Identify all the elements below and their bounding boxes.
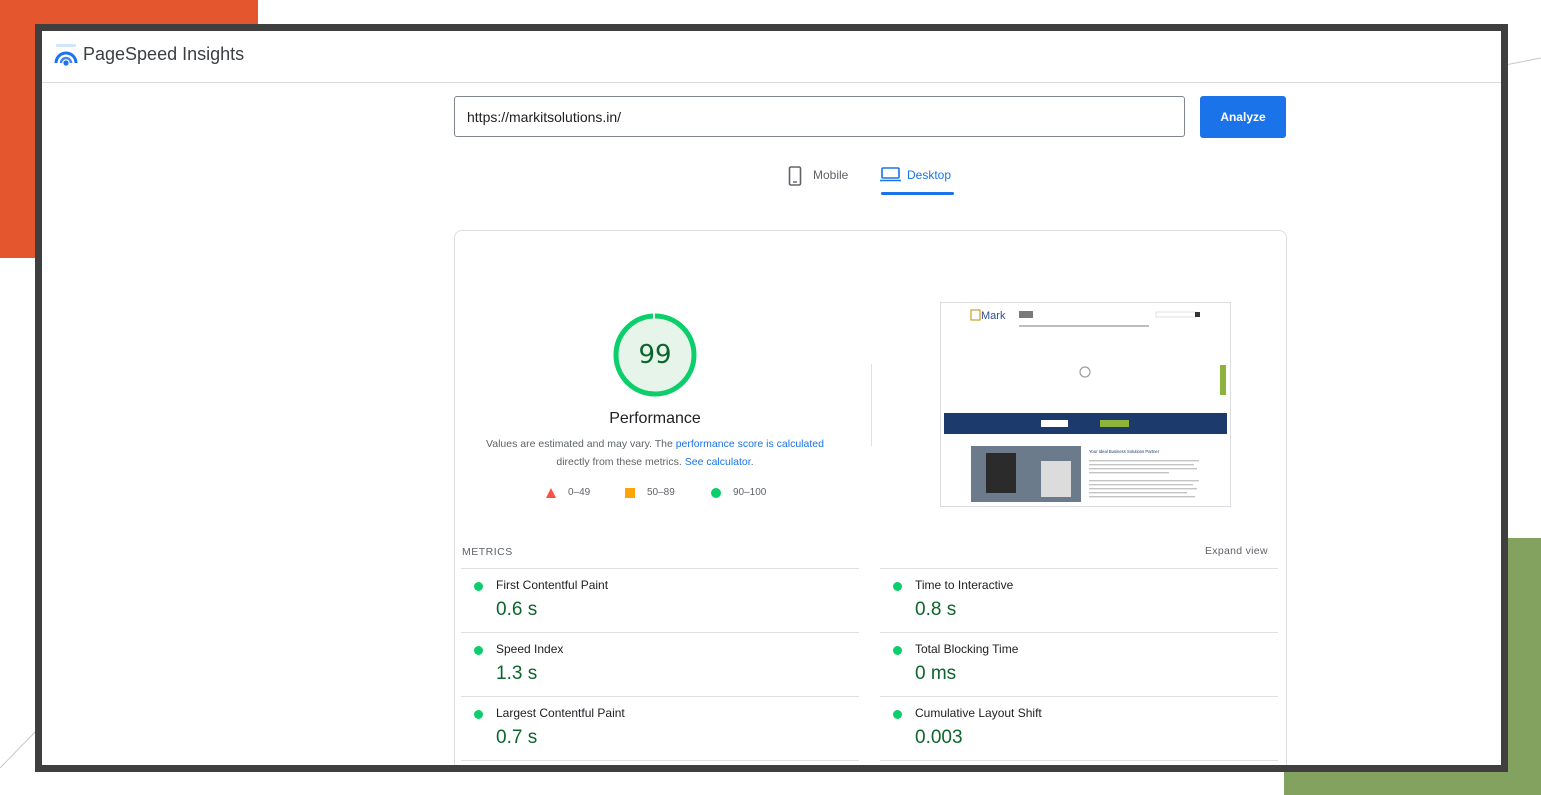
metric-total-blocking-time: Total Blocking Time 0 ms [880, 632, 1278, 696]
score-calculated-link[interactable]: performance score is calculated [676, 438, 824, 450]
pass-dot-icon [474, 582, 483, 591]
screen-frame: PageSpeed Insights Analyze Mobile Deskto… [35, 24, 1508, 772]
metric-cumulative-layout-shift: Cumulative Layout Shift 0.003 [880, 696, 1278, 760]
metric-value: 0.6 s [496, 599, 538, 620]
legend-range: 50–89 [647, 487, 675, 498]
metric-time-to-interactive: Time to Interactive 0.8 s [880, 568, 1278, 632]
expand-view-link[interactable]: Expand view [1205, 545, 1268, 557]
page-screenshot-thumbnail: Mark Your Ideal Business Solutions Partn… [940, 302, 1231, 507]
app-header: PageSpeed Insights [42, 31, 1501, 83]
legend-range: 0–49 [568, 487, 591, 498]
url-input[interactable] [454, 96, 1185, 137]
metric-largest-contentful-paint: Largest Contentful Paint 0.7 s [461, 696, 859, 760]
metric-name: Cumulative Layout Shift [915, 706, 1042, 720]
performance-score: 99 [638, 340, 672, 370]
orange-square-icon [625, 488, 635, 498]
metric-value: 0.7 s [496, 727, 538, 748]
legend-range: 90–100 [733, 487, 767, 498]
metric-name: Time to Interactive [915, 578, 1014, 592]
performance-title: Performance [609, 410, 701, 427]
metric-value: 0.003 [915, 727, 963, 748]
mobile-phone-icon [788, 166, 802, 186]
screenshot-logo-text: Mark [981, 310, 1006, 322]
vertical-divider [871, 364, 872, 446]
metric-first-contentful-paint: First Contentful Paint 0.6 s [461, 568, 859, 632]
screenshot-heading: Your Ideal Business Solutions Partner [1089, 449, 1160, 454]
metric-value: 0 ms [915, 663, 957, 684]
analyze-button[interactable]: Analyze [1200, 96, 1286, 138]
pass-dot-icon [893, 582, 902, 591]
green-circle-icon [711, 488, 721, 498]
metric-name: Total Blocking Time [915, 642, 1019, 656]
metric-value: 0.8 s [915, 599, 957, 620]
see-calculator-link[interactable]: See calculator [685, 456, 751, 468]
pagespeed-logo-icon [54, 44, 78, 66]
active-tab-indicator [881, 192, 954, 195]
pass-dot-icon [474, 646, 483, 655]
app-title: PageSpeed Insights [83, 44, 245, 64]
pass-dot-icon [474, 710, 483, 719]
performance-description: Values are estimated and may vary. The p… [475, 435, 835, 471]
desktop-laptop-icon [880, 167, 901, 182]
red-triangle-icon [546, 488, 556, 498]
metric-name: First Contentful Paint [496, 578, 609, 592]
tab-mobile-label: Mobile [813, 168, 849, 182]
desc-text: Values are estimated and may vary. The [486, 438, 676, 450]
metric-row-divider [461, 760, 859, 764]
metric-speed-index: Speed Index 1.3 s [461, 632, 859, 696]
desc-text: directly from these metrics. [556, 456, 685, 468]
metric-row-divider [880, 760, 1278, 764]
metric-value: 1.3 s [496, 663, 538, 684]
pass-dot-icon [893, 646, 902, 655]
metric-name: Largest Contentful Paint [496, 706, 625, 720]
desc-text: . [750, 456, 754, 468]
decorative-line [0, 728, 39, 769]
metrics-heading: METRICS [462, 546, 513, 558]
report-card: 99 Performance Values are estimated and … [454, 230, 1287, 765]
page-screenshot-image: Mark Your Ideal Business Solutions Partn… [944, 309, 1227, 502]
pass-dot-icon [893, 710, 902, 719]
metric-name: Speed Index [496, 642, 564, 656]
tab-desktop-label: Desktop [907, 168, 952, 182]
